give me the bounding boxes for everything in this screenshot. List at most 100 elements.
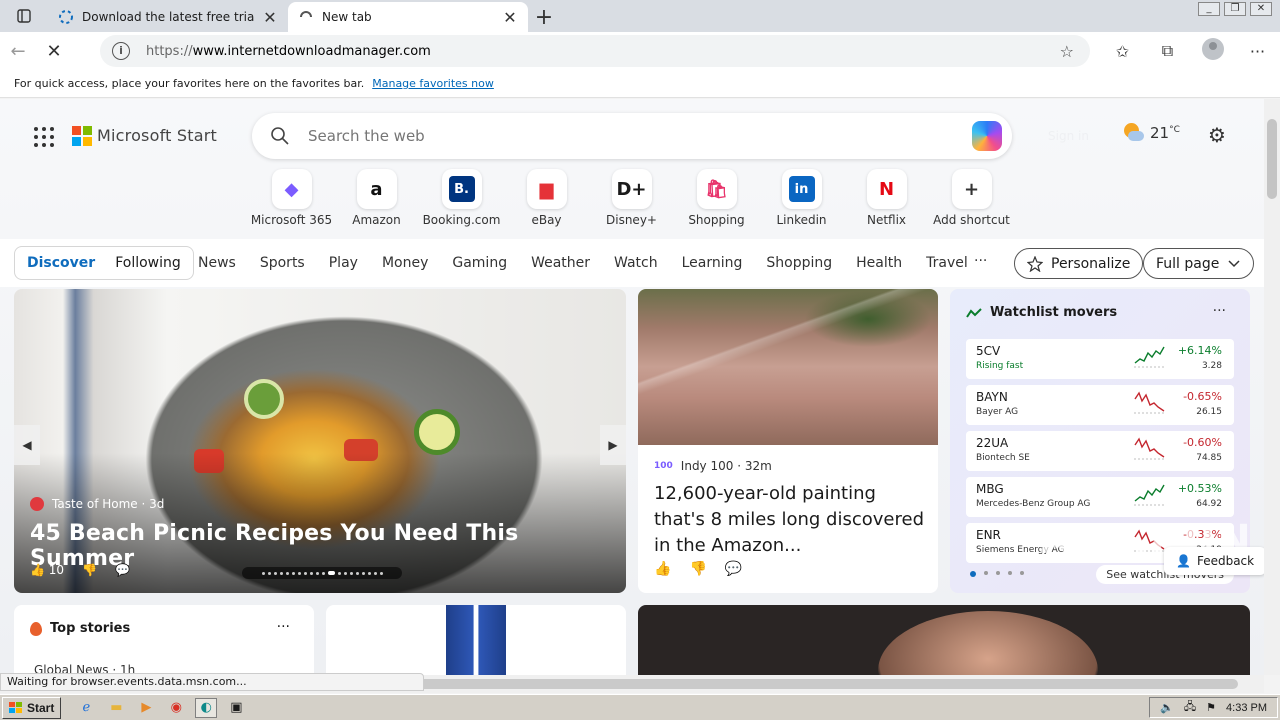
category-link[interactable]: Health — [856, 255, 902, 271]
edge-icon[interactable]: ◐ — [195, 697, 218, 718]
shortcut-item[interactable]: N Netflix — [844, 169, 929, 227]
article-card[interactable] — [326, 605, 626, 675]
watchlist-row[interactable]: MBG Mercedes-Benz Group AG +0.53% 64.92 — [966, 477, 1234, 517]
personalize-label: Personalize — [1051, 255, 1131, 272]
avatar — [1201, 38, 1224, 60]
scrollbar-thumb[interactable] — [1267, 119, 1277, 199]
back-button[interactable]: ← — [0, 35, 36, 67]
cmd-icon[interactable]: ▣ — [225, 698, 247, 718]
shortcut-item[interactable]: 🛍 Shopping — [674, 169, 759, 227]
watchlist-row[interactable]: 5CV Rising fast +6.14% 3.28 — [966, 339, 1234, 379]
shortcut-item[interactable]: a Amazon — [334, 169, 419, 227]
dislike-icon[interactable]: 👎 — [82, 563, 97, 577]
comment-icon[interactable]: 💬 — [115, 563, 130, 577]
category-link[interactable]: Gaming — [452, 255, 507, 271]
carousel-next-button[interactable]: ▶ — [600, 425, 626, 465]
category-link[interactable]: Travel — [926, 255, 968, 271]
carousel-prev-button[interactable]: ◀ — [14, 425, 40, 465]
tab-new-tab[interactable]: New tab ✕ — [288, 2, 528, 32]
brand-name[interactable]: Microsoft Start — [97, 126, 217, 145]
search-box[interactable] — [252, 113, 1012, 159]
category-link[interactable]: Learning — [682, 255, 743, 271]
manage-favorites-link[interactable]: Manage favorites now — [372, 77, 494, 90]
top-stories-title: Top stories — [50, 621, 131, 636]
article-card[interactable]: 100 Indy 100 · 32m 12,600-year-old paint… — [638, 289, 938, 593]
sparkline-chart — [1134, 484, 1166, 506]
clock[interactable]: 4:33 PM — [1226, 702, 1267, 714]
new-tab-button[interactable]: + — [528, 2, 560, 32]
ie-icon[interactable]: ℯ — [75, 698, 97, 718]
url-text[interactable]: https://www.internetdownloadmanager.com — [146, 44, 431, 59]
favorites-icon[interactable]: ✩ — [1100, 42, 1145, 61]
action-center-flag-icon[interactable]: ⚑ — [1206, 701, 1216, 714]
category-link[interactable]: Sports — [260, 255, 305, 271]
tab-download-trial[interactable]: Download the latest free trial ve ✕ — [48, 2, 288, 32]
shortcut-item[interactable]: + Add shortcut — [929, 169, 1014, 227]
video-card[interactable] — [638, 605, 1250, 675]
watchlist-row[interactable]: 22UA Biontech SE -0.60% 74.85 — [966, 431, 1234, 471]
comment-icon[interactable]: 💬 — [725, 561, 742, 577]
tab-actions-icon — [17, 9, 31, 23]
watchlist-pager[interactable] — [970, 571, 1024, 577]
like-button[interactable]: 👍 10 — [30, 563, 64, 577]
folder-icon[interactable]: ▬ — [105, 698, 127, 718]
url-host: www.internetdownloadmanager.com — [192, 43, 431, 59]
address-bar[interactable]: i https://www.internetdownloadmanager.co… — [100, 35, 1090, 67]
feedback-button[interactable]: 👤 Feedback — [1164, 547, 1267, 575]
category-link[interactable]: Watch — [614, 255, 658, 271]
volume-icon[interactable]: 🔈 — [1160, 701, 1174, 714]
tab-actions-button[interactable] — [0, 0, 48, 32]
more-categories-button[interactable]: ··· — [974, 253, 987, 269]
add-favorite-icon[interactable]: ☆ — [1060, 42, 1074, 61]
feed-navigation: Discover Following News Sports Play Money Ga… — [0, 239, 1264, 287]
close-tab-icon[interactable]: ✕ — [262, 8, 278, 27]
like-icon[interactable]: 👍 — [654, 561, 671, 577]
article-title[interactable]: 12,600-year-old painting that's 8 miles … — [654, 481, 924, 559]
gear-icon[interactable]: ⚙ — [1208, 123, 1226, 147]
shortcut-glyph: in — [788, 176, 815, 202]
copilot-icon[interactable] — [972, 121, 1002, 151]
watchlist-more-button[interactable]: ··· — [1213, 303, 1226, 319]
tab-title: New tab — [322, 10, 372, 24]
stop-button[interactable]: ✕ — [36, 35, 72, 67]
restore-button[interactable]: ❐ — [1224, 2, 1246, 16]
close-tab-icon[interactable]: ✕ — [502, 8, 518, 27]
carousel-indicators[interactable] — [242, 567, 402, 579]
category-link[interactable]: Play — [329, 255, 358, 271]
vertical-scrollbar[interactable] — [1264, 99, 1280, 675]
temperature-value: 21 — [1150, 124, 1170, 142]
start-button[interactable]: Start — [2, 696, 62, 719]
category-link[interactable]: Weather — [531, 255, 590, 271]
settings-more-icon[interactable]: ··· — [1235, 42, 1280, 61]
site-info-icon[interactable]: i — [112, 42, 130, 60]
profile-button[interactable] — [1190, 38, 1235, 64]
category-link[interactable]: News — [198, 255, 236, 271]
dislike-icon[interactable]: 👎 — [689, 561, 706, 577]
shortcut-item[interactable]: D+ Disney+ — [589, 169, 674, 227]
top-stories-more-button[interactable]: ··· — [277, 619, 290, 635]
article-source: Taste of Home · 3d — [30, 497, 164, 511]
collections-icon[interactable]: ⧉ — [1145, 41, 1190, 61]
shortcut-item[interactable]: B. Booking.com — [419, 169, 504, 227]
media-player-icon[interactable]: ▶ — [135, 698, 157, 718]
shortcut-item[interactable]: in Linkedin — [759, 169, 844, 227]
app-launcher-icon[interactable] — [34, 127, 54, 147]
hero-carousel-card[interactable]: ◀ ▶ Taste of Home · 3d 45 Beach Picnic R… — [14, 289, 626, 593]
chrome-icon[interactable]: ◉ — [165, 698, 187, 718]
network-icon[interactable]: 🖧 — [1184, 698, 1196, 717]
sign-in-link[interactable]: Sign in — [1048, 129, 1089, 143]
personalize-button[interactable]: Personalize — [1014, 248, 1144, 279]
search-input[interactable] — [308, 127, 908, 145]
shortcut-item[interactable]: ▆ eBay — [504, 169, 589, 227]
close-window-button[interactable]: ✕ — [1250, 2, 1272, 16]
full-page-dropdown[interactable]: Full page — [1143, 248, 1255, 279]
category-link[interactable]: Shopping — [766, 255, 832, 271]
shortcut-item[interactable]: ◆ Microsoft 365 — [249, 169, 334, 227]
category-link[interactable]: Money — [382, 255, 428, 271]
watchlist-row[interactable]: BAYN Bayer AG -0.65% 26.15 — [966, 385, 1234, 425]
search-icon — [271, 127, 289, 145]
weather-widget[interactable]: 21°C — [1122, 123, 1180, 143]
minimize-button[interactable]: _ — [1198, 2, 1220, 16]
tab-discover[interactable]: Discover — [27, 255, 95, 271]
tab-following[interactable]: Following — [115, 255, 181, 271]
